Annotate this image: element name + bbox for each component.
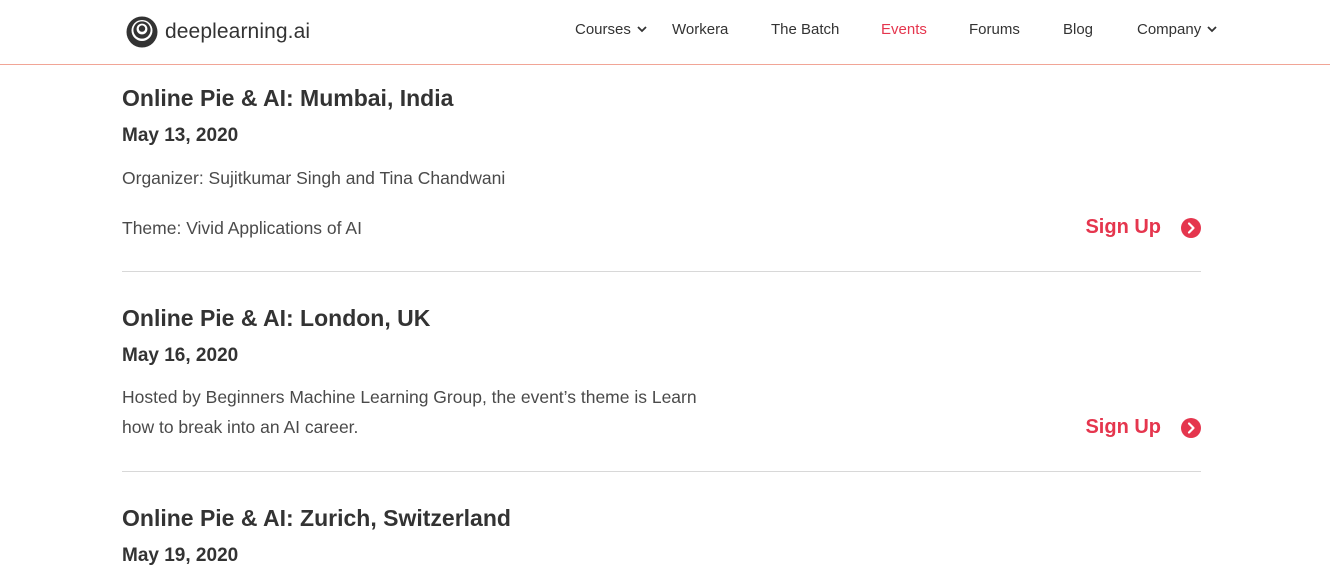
event-theme: Theme: Vivid Applications of AI — [122, 218, 362, 238]
nav-label-forums: Forums — [969, 21, 1020, 38]
nav-item-events[interactable]: Events — [881, 21, 927, 38]
event-title: Online Pie & AI: London, UK — [122, 305, 431, 331]
chevron-down-icon — [637, 26, 647, 33]
nav-label-company: Company — [1137, 21, 1202, 38]
sign-up-label: Sign Up — [1085, 216, 1161, 238]
nav-label-the-batch: The Batch — [771, 21, 840, 38]
nav-item-courses[interactable]: Courses — [575, 21, 647, 38]
event-date: May 16, 2020 — [122, 345, 239, 366]
event-card: Online Pie & AI: London, UK May 16, 2020… — [122, 305, 1201, 475]
event-title: Online Pie & AI: Zurich, Switzerland — [122, 505, 511, 531]
nav-label-events: Events — [881, 21, 927, 38]
event-divider — [122, 471, 1201, 472]
nav-item-workera[interactable]: Workera — [672, 21, 728, 38]
event-date: May 13, 2020 — [122, 125, 239, 146]
sign-up-label: Sign Up — [1085, 416, 1161, 438]
event-description-line: Hosted by Beginners Machine Learning Gro… — [122, 387, 697, 407]
chevron-right-circle-icon — [1181, 417, 1201, 438]
nav-item-company[interactable]: Company — [1137, 21, 1217, 38]
chevron-down-icon — [1207, 26, 1217, 33]
main-nav: Courses Workera The Batch Events Forums … — [0, 21, 1330, 43]
event-card: Online Pie & AI: Mumbai, India May 13, 2… — [122, 85, 1201, 275]
event-description-line: how to break into an AI career. — [122, 417, 359, 437]
sign-up-button[interactable]: Sign Up — [1085, 416, 1201, 439]
event-card: Online Pie & AI: Zurich, Switzerland May… — [122, 505, 1201, 572]
nav-item-the-batch[interactable]: The Batch — [771, 21, 839, 38]
site-header: deeplearning.ai Courses Workera The Batc… — [0, 0, 1330, 65]
nav-item-forums[interactable]: Forums — [969, 21, 1020, 38]
event-divider — [122, 271, 1201, 272]
event-organizer: Organizer: Sujitkumar Singh and Tina Cha… — [122, 168, 506, 188]
event-date: May 19, 2020 — [122, 545, 239, 566]
sign-up-button[interactable]: Sign Up — [1085, 216, 1201, 239]
nav-label-blog: Blog — [1063, 21, 1094, 38]
nav-label-courses: Courses — [575, 21, 631, 38]
event-title: Online Pie & AI: Mumbai, India — [122, 85, 454, 111]
chevron-right-circle-icon — [1181, 217, 1201, 238]
nav-label-workera: Workera — [672, 21, 729, 38]
nav-item-blog[interactable]: Blog — [1063, 21, 1093, 38]
